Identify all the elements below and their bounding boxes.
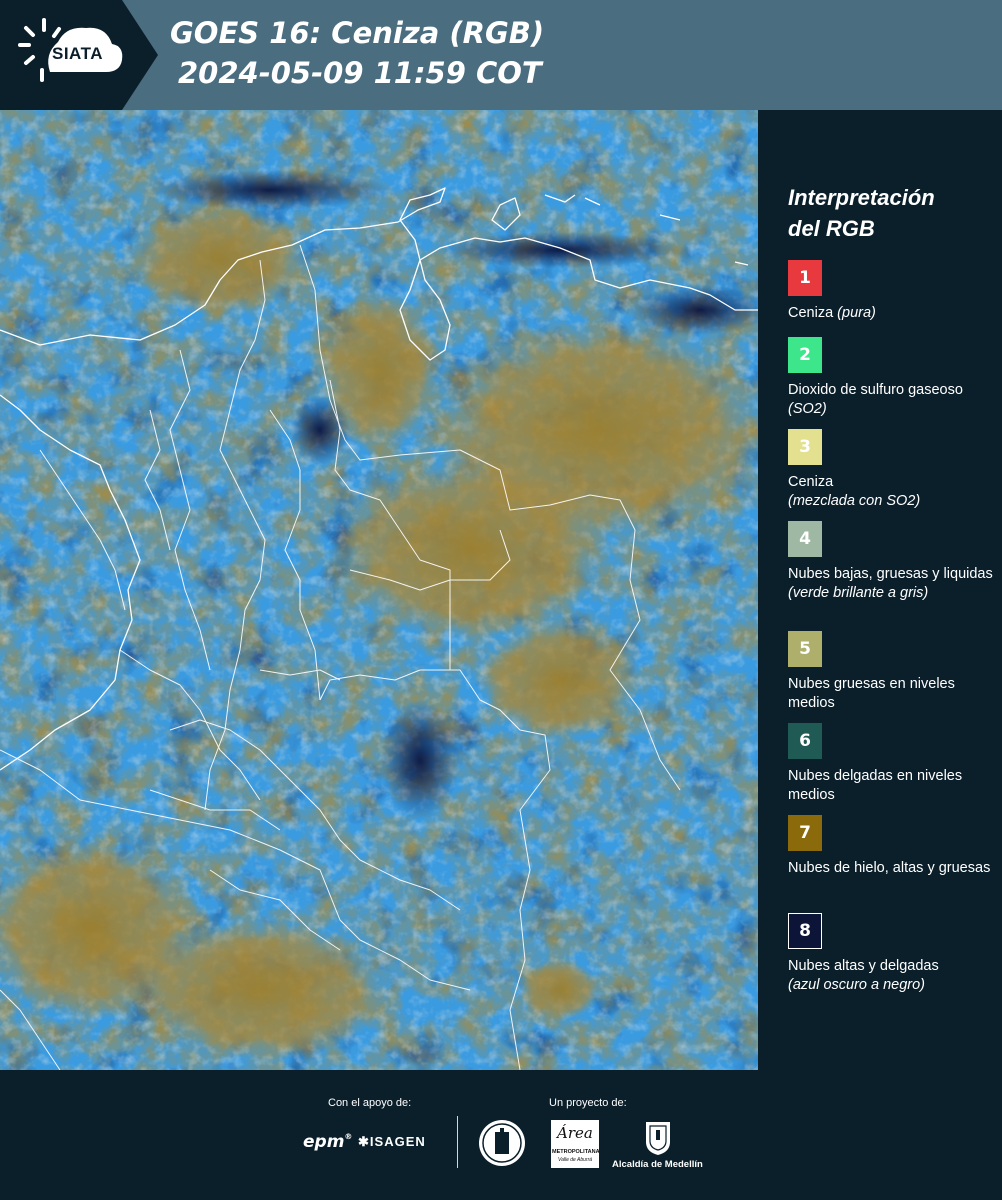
legend-item-8: 8 Nubes altas y delgadas (azul oscuro a n… (788, 913, 998, 995)
legend-title-line2: del RGB (788, 216, 875, 241)
rgb-legend-panel: Interpretación del RGB 1 Ceniza (pura) 2… (758, 110, 1002, 1070)
legend-label-7: Nubes de hielo, altas y gruesas (788, 860, 991, 876)
footer: Con el apoyo de: Un proyecto de: epm® ✱I… (0, 1070, 1002, 1200)
legend-label-1: Ceniza (pura) (788, 305, 876, 321)
legend-item-4: 4 Nubes bajas, gruesas y liquidas (verde … (788, 521, 998, 603)
support-label: Con el apoyo de: (328, 1097, 412, 1109)
area-metropolitana-logo: Área METROPOLITANA Valle de Aburrá (551, 1120, 600, 1168)
isagen-star-icon: ✱ (358, 1134, 370, 1149)
header-bar: SIATA GOES 16: Ceniza (RGB) 2024-05-09 1… (0, 0, 1002, 110)
legend-label-2: Dioxido de sulfuro gaseoso (SO2) (788, 382, 963, 417)
legend-item-5: 5 Nubes gruesas en niveles medios (788, 631, 998, 713)
legend-item-2: 2 Dioxido de sulfuro gaseoso (SO2) (788, 337, 998, 419)
legend-label-6: Nubes delgadas en niveles medios (788, 768, 963, 803)
legend-title: Interpretación del RGB (788, 182, 988, 244)
legend-title-line1: Interpretación (788, 185, 935, 210)
legend-swatch-5: 5 (788, 631, 822, 667)
satellite-map-image (0, 110, 758, 1070)
page-title: GOES 16: Ceniza (RGB) (170, 16, 545, 50)
legend-label-3: Ceniza (mezclada con SO2) (788, 474, 921, 509)
legend-item-1: 1 Ceniza (pura) (788, 260, 998, 323)
project-label: Un proyecto de: (549, 1097, 627, 1109)
legend-swatch-1: 1 (788, 260, 822, 296)
legend-item-6: 6 Nubes delgadas en niveles medios (788, 723, 998, 805)
logo-panel: SIATA (0, 0, 158, 110)
satellite-map[interactable] (0, 110, 759, 1070)
page-timestamp: 2024-05-09 11:59 COT (178, 56, 542, 90)
legend-swatch-7: 7 (788, 815, 822, 851)
legend-swatch-2: 2 (788, 337, 822, 373)
alcaldia-medellin-label: Alcaldía de Medellín (612, 1159, 703, 1170)
legend-label-5: Nubes gruesas en niveles medios (788, 676, 955, 711)
siata-logo-text: SIATA (52, 44, 103, 63)
epm-logo: epm® (303, 1132, 353, 1152)
legend-item-3: 3 Ceniza (mezclada con SO2) (788, 429, 998, 511)
legend-label-8: Nubes altas y delgadas (azul oscuro a neg… (788, 958, 939, 993)
legend-swatch-4: 4 (788, 521, 822, 557)
legend-swatch-8: 8 (788, 913, 822, 949)
footer-divider (457, 1116, 458, 1168)
legend-label-4: Nubes bajas, gruesas y liquidas (verde br… (788, 566, 993, 601)
legend-swatch-3: 3 (788, 429, 822, 465)
medellin-coat-of-arms-icon (646, 1122, 670, 1155)
legend-item-7: 7 Nubes de hielo, altas y gruesas (788, 815, 998, 878)
isagen-logo: ✱ISAGEN (358, 1134, 426, 1149)
university-seal-icon (479, 1120, 525, 1166)
legend-swatch-6: 6 (788, 723, 822, 759)
